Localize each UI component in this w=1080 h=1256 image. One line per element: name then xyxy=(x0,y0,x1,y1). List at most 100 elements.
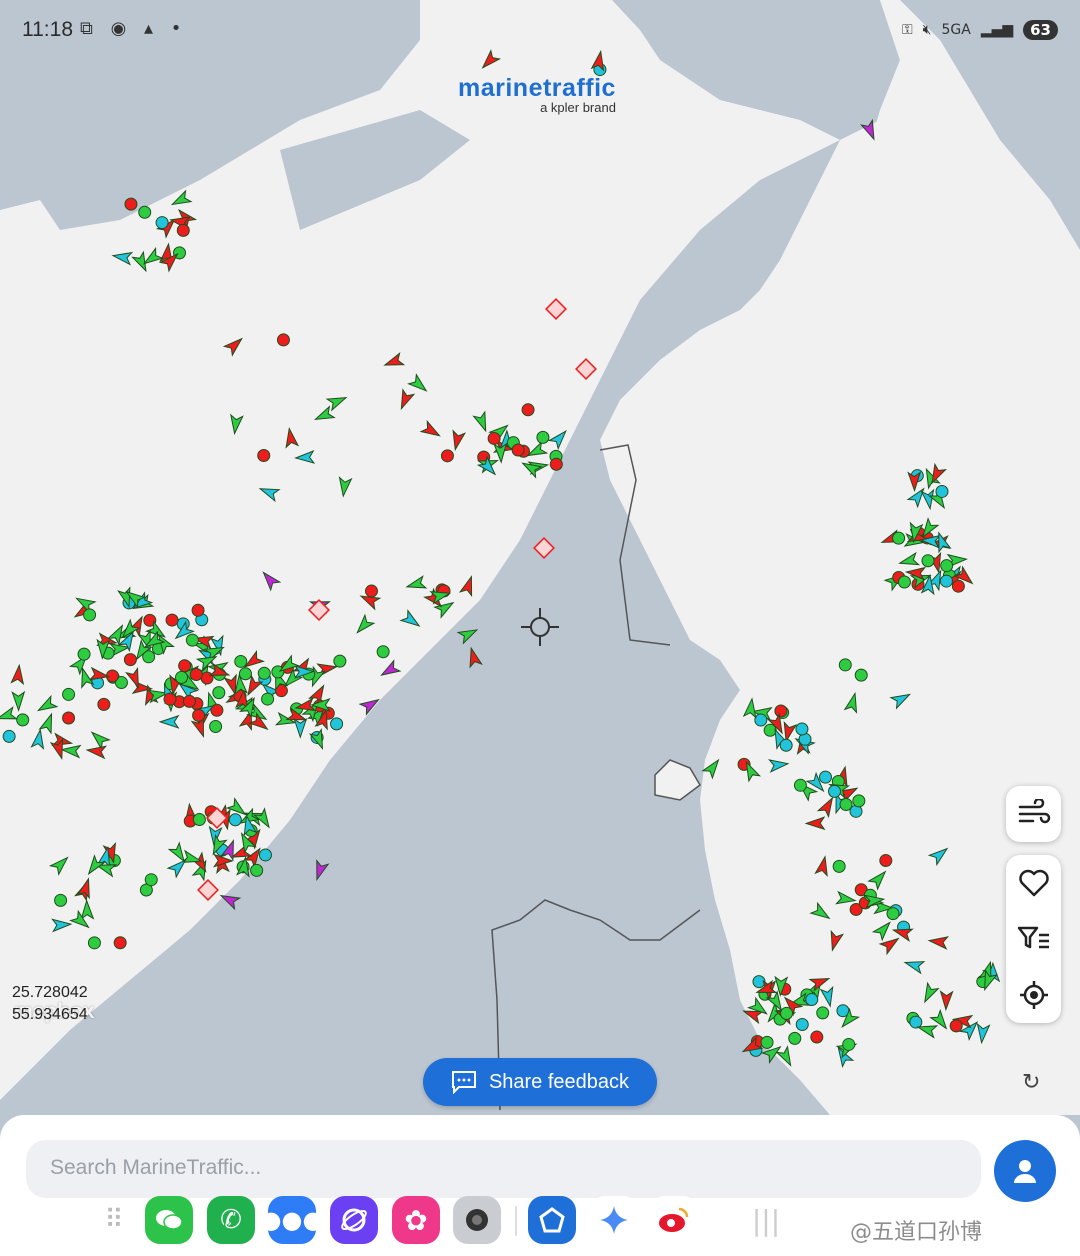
share-feedback-button[interactable]: Share feedback xyxy=(423,1058,657,1106)
anchored-vessel-marker xyxy=(940,559,954,573)
status-time: 11:18 xyxy=(22,18,73,41)
anchored-vessel-marker xyxy=(257,666,271,680)
status-bar: 11:18 ⧉ ◉ ▴ • ⚿ 🔇︎ 5GA ▂▄▆ 63 xyxy=(0,0,1080,64)
anchored-vessel-marker xyxy=(228,813,242,827)
anchored-vessel-marker xyxy=(788,1031,802,1045)
anchored-vessel-marker xyxy=(185,633,199,647)
internet-icon[interactable] xyxy=(330,1196,378,1244)
coordinate-readout: 25.728042 55.934654 xyxy=(12,982,88,1026)
anchored-vessel-marker xyxy=(192,812,206,826)
anchored-vessel-marker xyxy=(536,430,550,444)
anchored-vessel-marker xyxy=(854,668,868,682)
feedback-chat-icon xyxy=(451,1071,476,1094)
anchored-vessel-marker xyxy=(333,654,347,668)
anchored-vessel-marker xyxy=(364,584,378,598)
longitude-value: 55.934654 xyxy=(12,1006,88,1023)
weather-toolbar xyxy=(1006,786,1061,842)
weibo-icon[interactable] xyxy=(650,1196,698,1244)
app-drawer-icon[interactable]: ⠿ xyxy=(90,1196,138,1244)
anchored-vessel-marker xyxy=(178,659,192,673)
anchored-vessel-marker xyxy=(124,197,138,211)
anchored-vessel-marker xyxy=(123,653,137,667)
anchored-vessel-marker xyxy=(805,993,819,1007)
anchored-vessel-marker xyxy=(163,692,177,706)
heart-icon xyxy=(1018,869,1049,897)
anchored-vessel-marker xyxy=(192,708,206,722)
messages-icon[interactable]: ●●● xyxy=(261,1196,323,1244)
filter-list-icon xyxy=(1017,926,1049,949)
anchored-vessel-marker xyxy=(212,686,226,700)
camera-icon[interactable] xyxy=(453,1196,501,1244)
notification-icons: ⧉ ◉ ▴ • xyxy=(80,18,188,39)
status-right: ⚿ 🔇︎ 5GA ▂▄▆ 63 xyxy=(902,20,1058,40)
anchored-vessel-marker xyxy=(487,431,501,445)
crosshair-locate-icon xyxy=(1019,981,1048,1009)
refresh-icon[interactable]: ↻ xyxy=(1022,1070,1040,1095)
anchored-vessel-marker xyxy=(951,579,965,593)
latitude-value: 25.728042 xyxy=(12,984,88,1001)
wechat-icon[interactable] xyxy=(145,1196,193,1244)
user-icon xyxy=(1014,1160,1036,1183)
network-label: 5GA xyxy=(941,22,971,38)
anchored-vessel-marker xyxy=(182,694,196,708)
locate-button[interactable] xyxy=(1006,967,1061,1023)
search-placeholder: Search MarineTraffic... xyxy=(50,1156,262,1179)
anchored-vessel-marker xyxy=(165,613,179,627)
wind-button[interactable] xyxy=(1006,786,1061,842)
anchored-vessel-marker xyxy=(191,603,205,617)
anchored-vessel-marker xyxy=(113,936,127,950)
signal-icon: ▂▄▆ xyxy=(980,22,1014,38)
mute-icon: 🔇︎ xyxy=(922,22,932,38)
anchored-vessel-marker xyxy=(330,717,344,731)
gemini-icon[interactable] xyxy=(590,1196,638,1244)
anchored-vessel-marker xyxy=(774,704,788,718)
gallery-icon[interactable]: ✿ xyxy=(392,1196,440,1244)
anchored-vessel-marker xyxy=(795,1018,809,1032)
anchored-vessel-marker xyxy=(795,722,809,736)
wind-icon xyxy=(1018,799,1050,824)
files-icon[interactable] xyxy=(528,1196,576,1244)
anchored-vessel-marker xyxy=(935,484,949,498)
anchored-vessel-marker xyxy=(828,784,842,798)
anchored-vessel-marker xyxy=(83,608,97,622)
anchored-vessel-marker xyxy=(189,668,203,682)
anchored-vessel-marker xyxy=(138,205,152,219)
anchored-vessel-marker xyxy=(77,647,91,661)
anchored-vessel-marker xyxy=(897,575,911,589)
anchored-vessel-marker xyxy=(62,711,76,725)
phone-icon[interactable]: ✆ xyxy=(207,1196,255,1244)
anchored-vessel-marker xyxy=(521,403,535,417)
battery-badge: 63 xyxy=(1023,20,1058,40)
brand-logo: marinetraffic a kpler brand xyxy=(458,74,616,115)
map-toolbar xyxy=(1006,855,1061,1023)
anchored-vessel-marker xyxy=(250,863,264,877)
anchored-vessel-marker xyxy=(921,554,935,568)
anchored-vessel-marker xyxy=(62,687,76,701)
anchored-vessel-marker xyxy=(793,778,807,792)
anchored-vessel-marker xyxy=(54,893,68,907)
anchored-vessel-marker xyxy=(852,794,866,808)
anchored-vessel-marker xyxy=(832,859,846,873)
anchored-vessel-marker xyxy=(838,658,852,672)
anchored-vessel-marker xyxy=(892,531,906,545)
anchored-vessel-marker xyxy=(939,574,953,588)
anchored-vessel-marker xyxy=(818,770,832,784)
anchored-vessel-marker xyxy=(257,449,271,463)
anchored-vessel-marker xyxy=(511,443,525,457)
anchored-vessel-marker xyxy=(909,1015,923,1029)
recents-nav-icon[interactable]: ||| xyxy=(742,1196,790,1244)
filter-button[interactable] xyxy=(1006,911,1061,967)
brand-name: marinetraffic xyxy=(458,74,616,102)
anchored-vessel-marker xyxy=(760,1035,774,1049)
share-feedback-label: Share feedback xyxy=(488,1070,630,1093)
anchored-vessel-marker xyxy=(886,907,900,921)
favorites-button[interactable] xyxy=(1006,855,1061,911)
anchored-vessel-marker xyxy=(87,936,101,950)
anchored-vessel-marker xyxy=(440,449,454,463)
anchored-vessel-marker xyxy=(779,738,793,752)
anchored-vessel-marker xyxy=(175,670,189,684)
anchored-vessel-marker xyxy=(949,1019,963,1033)
anchored-vessel-marker xyxy=(258,848,272,862)
anchored-vessel-marker xyxy=(879,854,893,868)
anchored-vessel-marker xyxy=(2,729,16,743)
